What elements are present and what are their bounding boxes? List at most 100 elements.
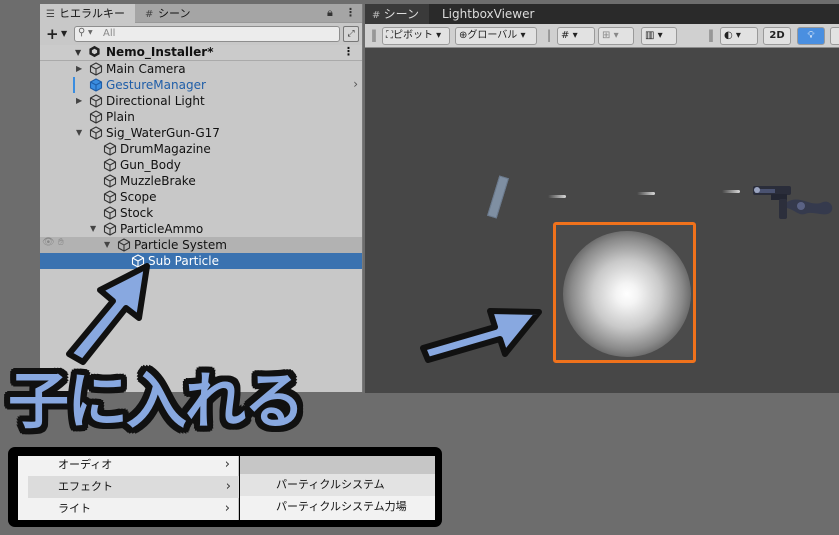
hierarchy-item-label: GestureManager <box>106 78 206 92</box>
list-icon: ☰ <box>46 9 55 20</box>
menu-item-audio-label: オーディオ <box>58 458 113 471</box>
add-caret-icon[interactable]: ▼ <box>61 29 67 38</box>
menu-item-light[interactable]: ライト › <box>18 498 238 520</box>
grid-snap-dropdown[interactable]: # ▾ <box>557 27 595 45</box>
chevron-right-icon: › <box>224 457 230 472</box>
separator-icon: ‖ <box>708 28 714 42</box>
hierarchy-item-label: Particle System <box>134 238 227 252</box>
menu-item-light-label: ライト <box>58 502 91 515</box>
tab-scene-left[interactable]: # シーン <box>139 4 229 23</box>
scene-search-button[interactable]: ⤢ <box>343 26 359 42</box>
menu-item-particle-force-field[interactable]: パーティクルシステム力場 <box>240 496 435 518</box>
menu-item-particle-system[interactable]: パーティクルシステム <box>240 474 435 496</box>
audio-toggle[interactable] <box>830 27 839 45</box>
grid-icon: # <box>372 10 384 21</box>
gameobject-cube-icon <box>103 158 117 172</box>
more-menu-icon[interactable]: ⋮ <box>345 6 356 19</box>
global-label: グローバル <box>467 30 518 41</box>
hierarchy-item[interactable]: › GestureManager <box>40 77 362 93</box>
mode-2d-toggle[interactable]: 2D <box>763 27 791 45</box>
hierarchy-item[interactable]: ▶ Main Camera <box>40 61 362 77</box>
scene-menu-icon[interactable]: ⋮ <box>343 45 354 58</box>
context-submenu-effect: パーティクルシステム パーティクルシステム力場 <box>240 474 435 520</box>
menu-item-effect-label: エフェクト <box>58 480 113 493</box>
search-caret-icon: ▼ <box>88 29 93 36</box>
water-gun-object[interactable] <box>745 184 839 234</box>
tab-scene[interactable]: # シーン <box>365 4 429 24</box>
hierarchy-item-label: Main Camera <box>106 62 186 76</box>
open-prefab-icon[interactable]: › <box>353 77 358 91</box>
hierarchy-item[interactable]: Stock <box>40 205 362 221</box>
visibility-eye-icon[interactable]: 👁︎ <box>42 237 55 248</box>
prefab-cube-icon <box>89 78 103 92</box>
pivot-icon: ⛶ <box>386 30 393 41</box>
submenu-header-gap <box>240 456 435 474</box>
hierarchy-item-label: ParticleAmmo <box>120 222 204 236</box>
water-bullet <box>722 190 740 193</box>
expand-closed-icon[interactable]: ▶ <box>76 64 82 73</box>
pivot-dropdown[interactable]: ⛶ピボット ▾ <box>382 27 450 45</box>
caption-text: 子に入れる <box>8 366 305 437</box>
scene-name: Nemo_Installer* <box>106 45 214 59</box>
expand-closed-icon[interactable]: ▶ <box>76 96 82 105</box>
pivot-label: ピボット <box>393 30 433 41</box>
hierarchy-item[interactable]: Plain <box>40 109 362 125</box>
tab-lightbox-viewer[interactable]: LightboxViewer <box>435 4 555 24</box>
gameobject-cube-icon <box>103 206 117 220</box>
prefab-override-bar <box>73 77 75 93</box>
increment-snap-dropdown[interactable]: ▥ ▾ <box>641 27 677 45</box>
expand-open-icon[interactable]: ▼ <box>90 224 96 233</box>
toolbar-grip-icon: ‖ <box>371 28 377 42</box>
gameobject-cube-icon <box>89 126 103 140</box>
tab-hierarchy[interactable]: ☰ ヒエラルキー <box>40 4 135 23</box>
gameobject-cube-icon <box>103 190 117 204</box>
chevron-right-icon: › <box>224 501 230 516</box>
gameobject-cube-icon <box>117 238 131 252</box>
menu-item-particle-system-label: パーティクルシステム <box>276 478 385 491</box>
sub-particle-glow <box>563 231 691 357</box>
expand-open-icon[interactable]: ▼ <box>104 240 110 249</box>
lock-icon[interactable]: 🔒︎ <box>327 6 333 20</box>
gameobject-cube-icon <box>103 174 117 188</box>
snap-increment-dropdown[interactable]: ⊞ ▾ <box>598 27 634 45</box>
hierarchy-item-label: Scope <box>120 190 157 204</box>
draw-mode-dropdown[interactable]: ◐ ▾ <box>720 27 758 45</box>
scene-root-row[interactable]: ▼ Nemo_Installer* ⋮ <box>40 45 362 61</box>
gameobject-cube-icon <box>103 142 117 156</box>
expand-open-icon[interactable]: ▼ <box>76 128 82 137</box>
hierarchy-item[interactable]: MuzzleBrake <box>40 173 362 189</box>
gameobject-cube-icon <box>89 94 103 108</box>
gameobject-cube-icon <box>89 62 103 76</box>
hierarchy-item[interactable]: Gun_Body <box>40 157 362 173</box>
scene-view[interactable]: # シーン LightboxViewer ‖ ⛶ピボット ▾ ⊕グローバル ▾ … <box>365 4 839 393</box>
menu-item-audio[interactable]: オーディオ › <box>18 454 238 476</box>
hierarchy-item[interactable]: 👁︎ ✋︎ ▼ Particle System <box>40 237 362 253</box>
hierarchy-item-label: Sub Particle <box>148 254 219 268</box>
search-icon: ⚲ <box>78 27 86 38</box>
expand-open-icon[interactable]: ▼ <box>75 48 81 57</box>
global-dropdown[interactable]: ⊕グローバル ▾ <box>455 27 537 45</box>
search-input[interactable]: ⚲ ▼ All <box>74 26 340 42</box>
hierarchy-item[interactable]: ▶ Directional Light <box>40 93 362 109</box>
hierarchy-item-label: Directional Light <box>106 94 205 108</box>
sub-particle-highlight[interactable] <box>553 222 696 363</box>
hierarchy-item[interactable]: ▼ ParticleAmmo <box>40 221 362 237</box>
add-object-button[interactable]: + <box>46 25 59 43</box>
pickable-hand-icon[interactable]: ✋︎ <box>58 237 64 248</box>
water-bullet <box>548 195 566 198</box>
menu-item-effect[interactable]: エフェクト › <box>28 476 239 498</box>
hierarchy-toolbar: + ▼ ⚲ ▼ All ⤢ <box>40 24 362 46</box>
snap-icon: ⊞ <box>602 30 611 41</box>
hierarchy-item[interactable]: ▼ Sig_WaterGun-G17 <box>40 125 362 141</box>
scene-tabbar: # シーン LightboxViewer <box>365 4 839 24</box>
light-bulb-icon: 💡︎ <box>807 30 815 41</box>
hierarchy-item[interactable]: Scope <box>40 189 362 205</box>
tab-scene-label: シーン <box>383 7 419 21</box>
water-bullet <box>637 192 655 195</box>
tab-lightbox-label: LightboxViewer <box>442 7 535 21</box>
drum-magazine-object[interactable] <box>487 175 509 219</box>
shading-sphere-icon: ◐ <box>724 30 733 41</box>
lighting-toggle[interactable]: 💡︎ <box>797 27 825 45</box>
hierarchy-item[interactable]: DrumMagazine <box>40 141 362 157</box>
menu-item-particle-force-field-label: パーティクルシステム力場 <box>276 500 407 513</box>
